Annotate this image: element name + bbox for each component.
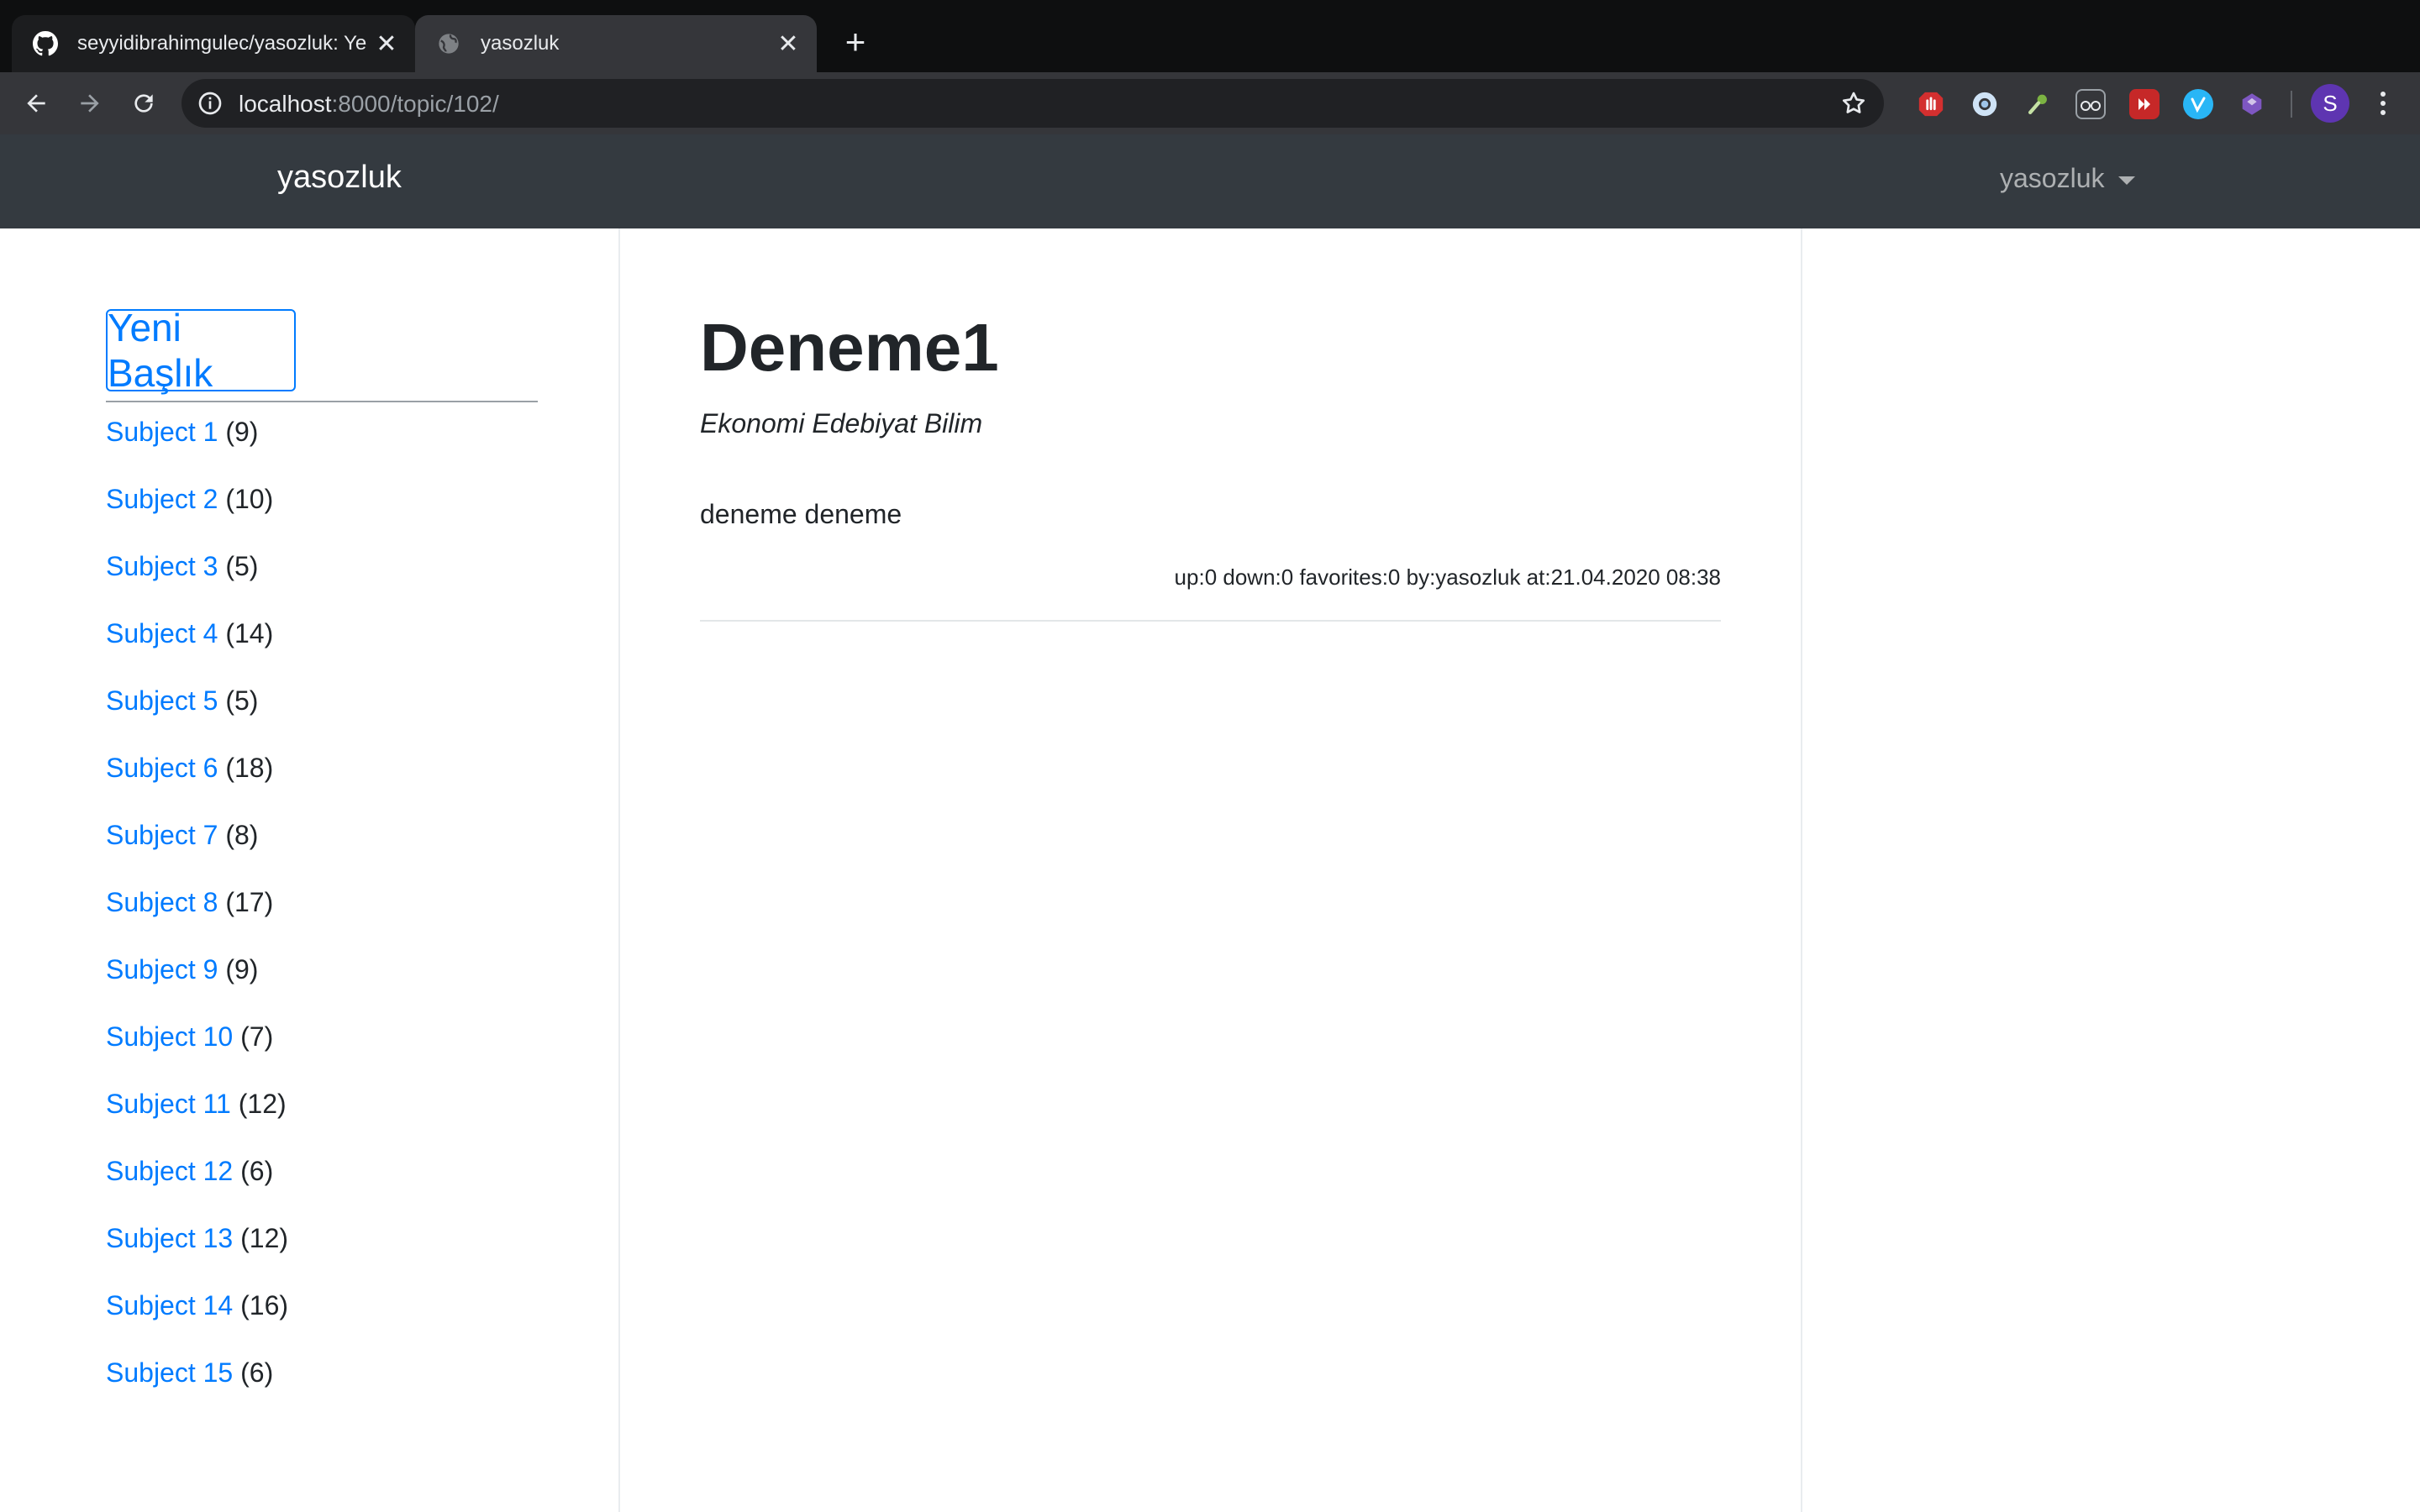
left-column-divider — [618, 228, 620, 1512]
caret-down-icon — [2118, 176, 2135, 185]
close-icon[interactable]: ✕ — [373, 30, 400, 58]
subject-count: (9) — [225, 417, 259, 447]
address-bar[interactable]: localhost:8000/topic/102/ — [182, 79, 1884, 128]
user-dropdown[interactable]: yasozluk — [2000, 163, 2135, 194]
subject-item: Subject 13 (12) — [106, 1223, 288, 1254]
subject-link[interactable]: Subject 10 — [106, 1021, 233, 1052]
subject-link[interactable]: Subject 1 — [106, 417, 218, 447]
info-icon[interactable] — [197, 90, 224, 117]
key-extension-icon[interactable] — [2023, 89, 2054, 119]
subject-link[interactable]: Subject 4 — [106, 618, 218, 648]
subject-link[interactable]: Subject 15 — [106, 1357, 233, 1388]
subject-count: (5) — [225, 551, 259, 581]
adblock-icon[interactable] — [1916, 89, 1946, 119]
subject-link[interactable]: Subject 5 — [106, 685, 218, 716]
glasses-extension-icon[interactable] — [2075, 89, 2106, 119]
subject-count: (10) — [225, 484, 274, 514]
subject-item: Subject 10 (7) — [106, 1021, 273, 1053]
subject-item: Subject 1 (9) — [106, 417, 258, 448]
sidebar-divider — [106, 401, 538, 402]
subject-link[interactable]: Subject 9 — [106, 954, 218, 984]
right-column-divider — [1801, 228, 1802, 1512]
tab-title: yasozluk — [481, 32, 560, 55]
subject-item: Subject 7 (8) — [106, 820, 258, 851]
subject-count: (5) — [225, 685, 259, 716]
subject-count: (8) — [225, 820, 259, 850]
profile-avatar[interactable]: S — [2311, 84, 2349, 123]
browser-menu-icon[interactable] — [2366, 84, 2400, 123]
subject-count: (12) — [240, 1223, 289, 1253]
subject-count: (18) — [225, 753, 274, 783]
subject-link[interactable]: Subject 2 — [106, 484, 218, 514]
subject-link[interactable]: Subject 7 — [106, 820, 218, 850]
subject-link[interactable]: Subject 12 — [106, 1156, 233, 1186]
subject-item: Subject 8 (17) — [106, 887, 273, 918]
subject-item: Subject 12 (6) — [106, 1156, 273, 1187]
ring-extension-icon[interactable] — [1970, 89, 2000, 119]
subject-link[interactable]: Subject 13 — [106, 1223, 233, 1253]
subject-link[interactable]: Subject 14 — [106, 1290, 233, 1320]
topic-title: Deneme1 — [700, 310, 999, 385]
subject-item: Subject 5 (5) — [106, 685, 258, 717]
subject-count: (16) — [240, 1290, 289, 1320]
browser-tab-bar: seyyidibrahimgulec/yasozluk: Ye ✕ yasozl… — [0, 0, 2420, 72]
subject-link[interactable]: Subject 3 — [106, 551, 218, 581]
entry-meta: up:0 down:0 favorites:0 by:yasozluk at:2… — [1174, 564, 1721, 590]
subject-link[interactable]: Subject 8 — [106, 887, 218, 917]
site-navbar: yasozluk yasozluk — [0, 134, 2420, 228]
new-tab-icon[interactable]: + — [837, 24, 874, 60]
subject-count: (12) — [238, 1089, 287, 1119]
new-topic-button[interactable]: Yeni Başlık — [106, 306, 296, 395]
subject-item: Subject 6 (18) — [106, 753, 273, 784]
tab-yasozluk[interactable]: yasozluk ✕ — [415, 15, 817, 72]
purple-cube-extension-icon[interactable] — [2237, 89, 2267, 119]
subject-item: Subject 14 (16) — [106, 1290, 288, 1321]
subject-item: Subject 2 (10) — [106, 484, 273, 515]
bookmark-star-icon[interactable] — [1840, 90, 1867, 117]
close-icon[interactable]: ✕ — [775, 30, 802, 58]
subject-count: (6) — [240, 1357, 274, 1388]
subject-item: Subject 3 (5) — [106, 551, 258, 582]
url-text: localhost:8000/topic/102/ — [239, 91, 499, 117]
subject-count: (7) — [240, 1021, 274, 1052]
subject-link[interactable]: Subject 6 — [106, 753, 218, 783]
subject-item: Subject 4 (14) — [106, 618, 273, 649]
site-brand[interactable]: yasozluk — [277, 160, 402, 196]
globe-icon — [435, 30, 462, 57]
subject-count: (17) — [225, 887, 274, 917]
red-box-extension-icon[interactable] — [2129, 89, 2160, 119]
entry-divider — [700, 620, 1721, 622]
back-icon[interactable] — [17, 84, 55, 123]
forward-icon[interactable] — [71, 84, 109, 123]
tab-github[interactable]: seyyidibrahimgulec/yasozluk: Ye ✕ — [12, 15, 415, 72]
toolbar-separator — [2291, 91, 2292, 118]
entry-text: deneme deneme — [700, 499, 902, 529]
tab-title: seyyidibrahimgulec/yasozluk: Ye — [77, 32, 367, 55]
subject-item: Subject 11 (12) — [106, 1089, 287, 1120]
topic-categories: Ekonomi Edebiyat Bilim — [700, 408, 983, 438]
subject-item: Subject 9 (9) — [106, 954, 258, 985]
subject-count: (14) — [225, 618, 274, 648]
subject-item: Subject 15 (6) — [106, 1357, 273, 1389]
github-icon — [32, 30, 59, 57]
subject-count: (6) — [240, 1156, 274, 1186]
user-dropdown-label: yasozluk — [2000, 163, 2105, 193]
browser-toolbar: localhost:8000/topic/102/ S — [0, 72, 2420, 134]
subject-link[interactable]: Subject 11 — [106, 1089, 231, 1119]
v-extension-icon[interactable] — [2183, 89, 2213, 119]
reload-icon[interactable] — [124, 84, 163, 123]
subject-count: (9) — [225, 954, 259, 984]
